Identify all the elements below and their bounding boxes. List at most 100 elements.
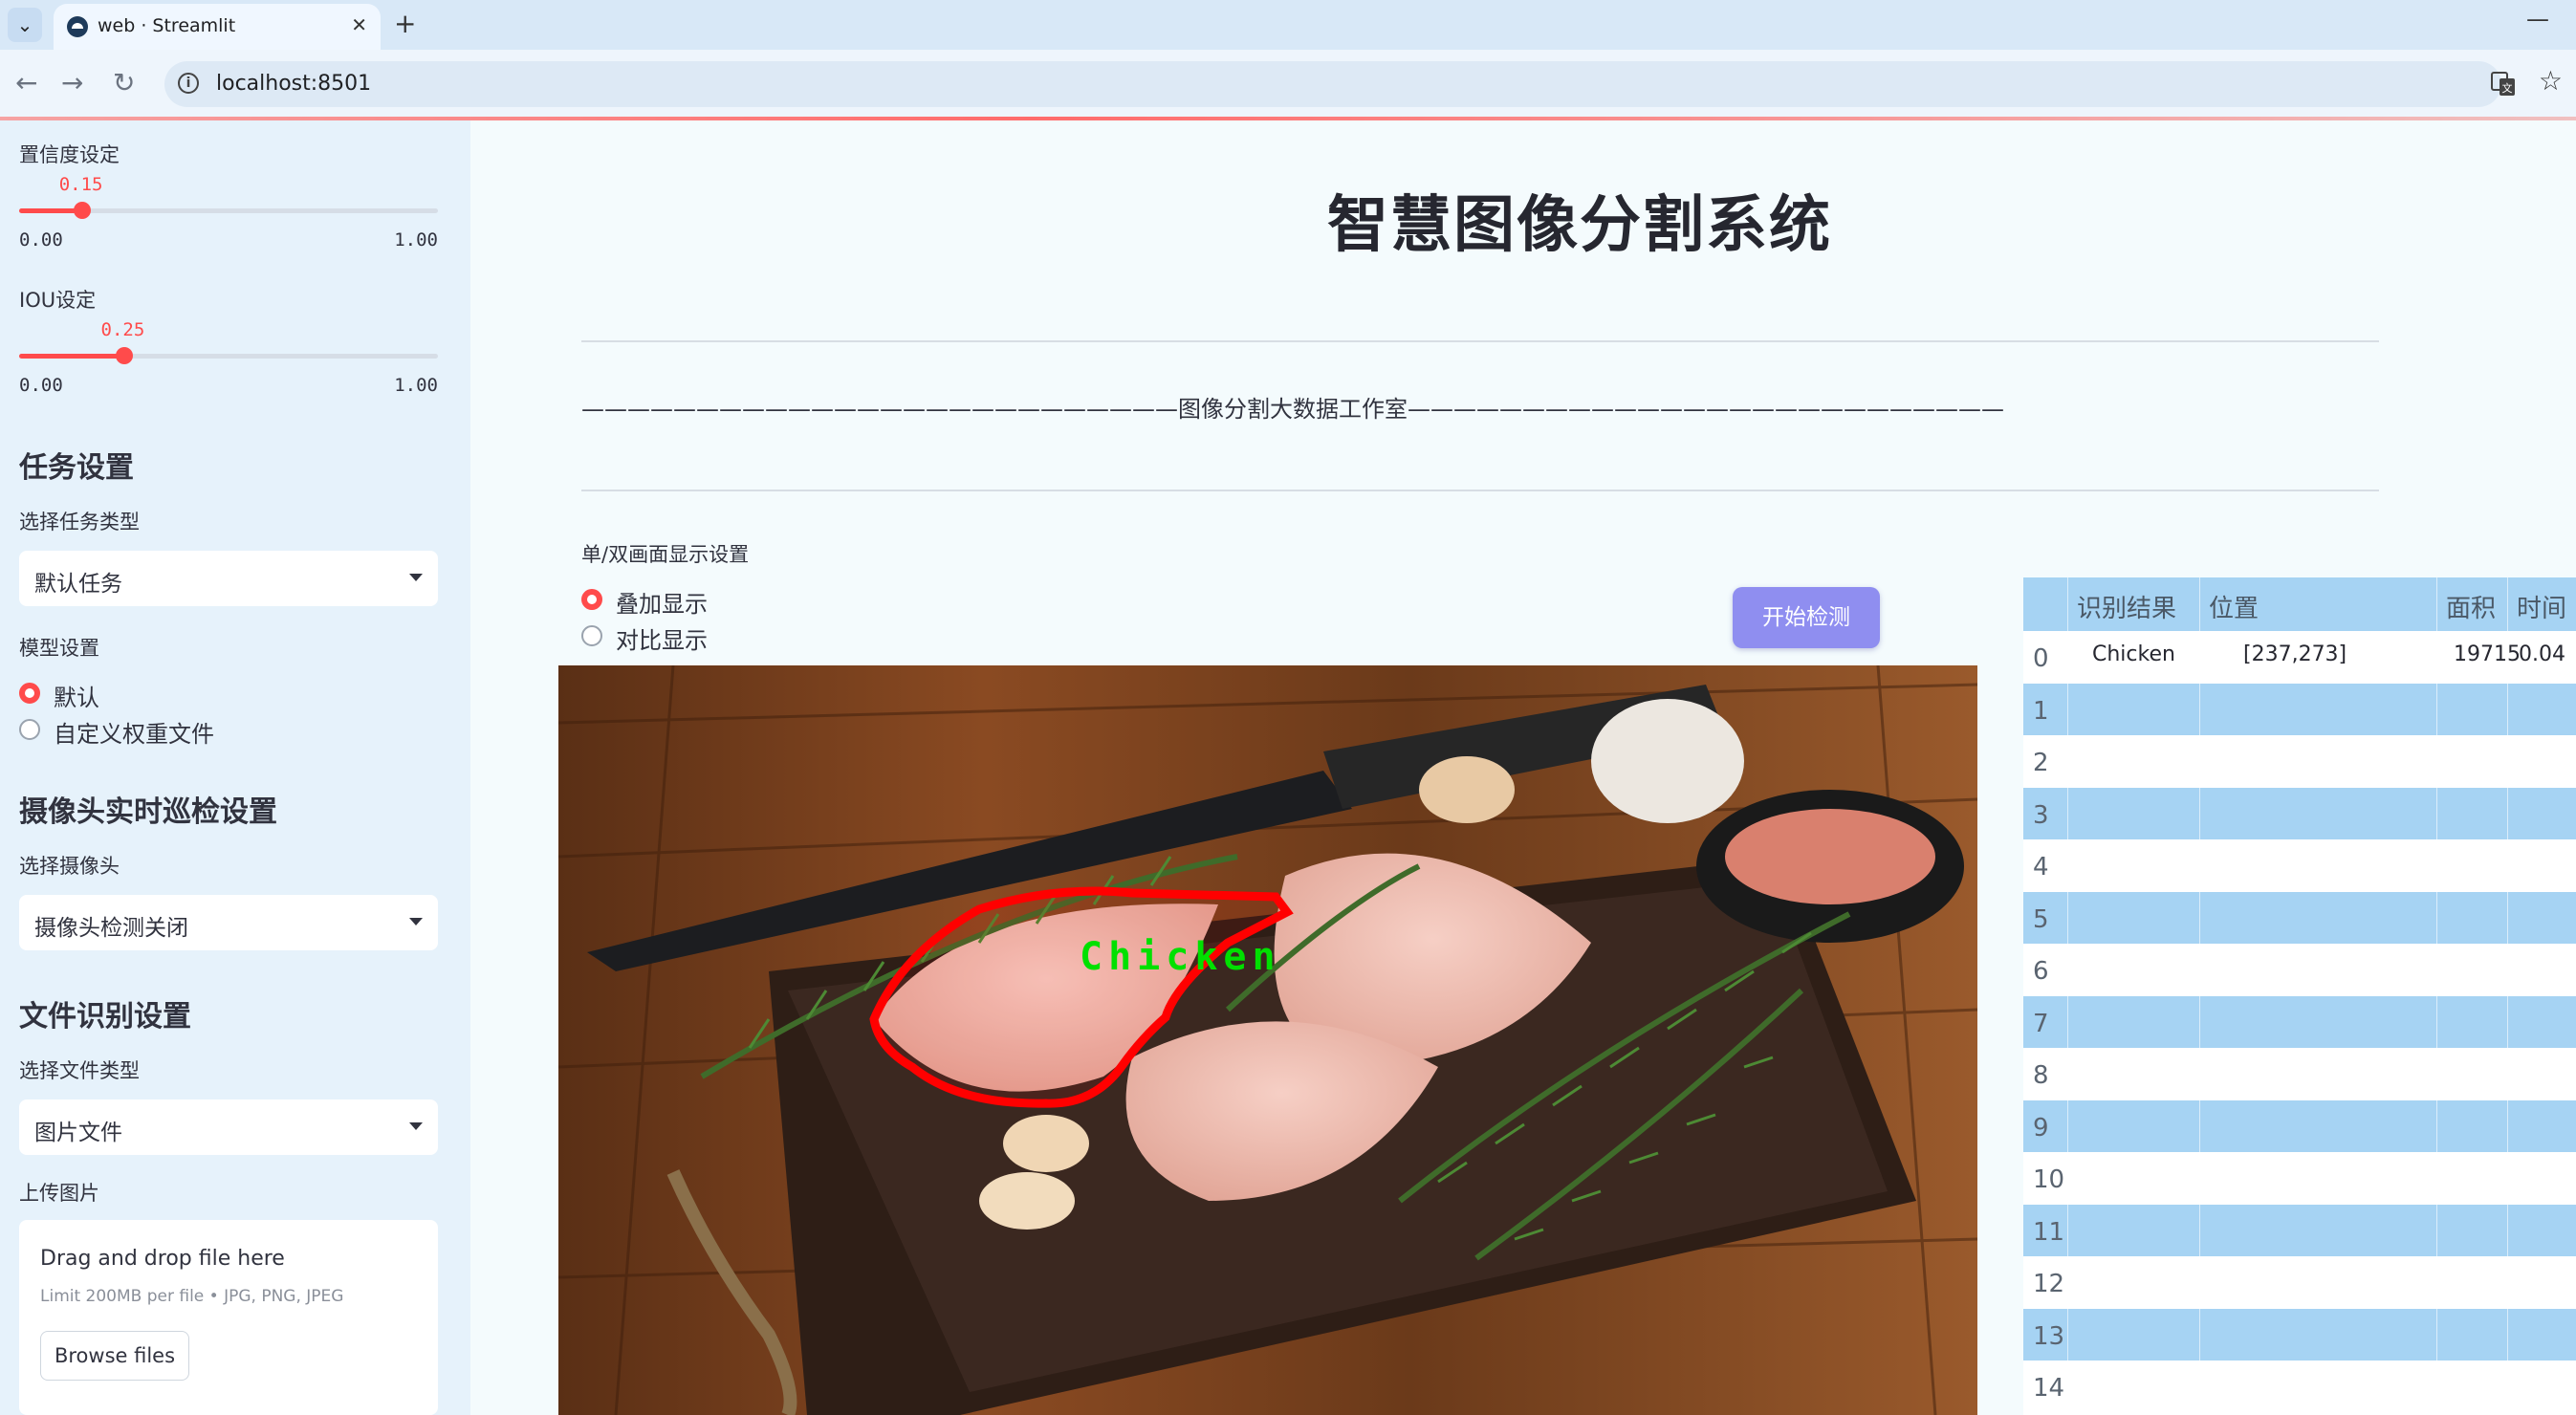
table-row[interactable]: 10 [2023, 1152, 2576, 1205]
table-row[interactable]: 13 [2023, 1308, 2576, 1361]
iou-label: IOU设定 [19, 289, 97, 312]
table-row[interactable]: 5 [2023, 891, 2576, 944]
streamlit-favicon-icon [67, 16, 88, 37]
task-settings-header: 任务设置 [19, 451, 134, 485]
page-title: 智慧图像分割系统 [1327, 190, 1832, 261]
confidence-slider[interactable] [19, 202, 438, 219]
table-row[interactable]: 0 Chicken [237,273] 19715 0.04 [2023, 631, 2576, 684]
browser-tab[interactable]: web · Streamlit ✕ [54, 4, 381, 50]
confidence-label: 置信度设定 [19, 143, 120, 166]
table-header: 识别结果 位置 面积 时间 [2023, 577, 2576, 631]
table-row[interactable]: 2 [2023, 735, 2576, 788]
iou-slider-thumb[interactable] [115, 347, 133, 364]
site-info-icon[interactable]: i [178, 73, 199, 94]
radio-unselected-icon [19, 719, 40, 740]
browser-tab-bar: ⌄ web · Streamlit ✕ + — [0, 0, 2576, 50]
file-dropzone[interactable]: Drag and drop file here Limit 200MB per … [19, 1220, 438, 1415]
minimize-window-icon[interactable]: — [2526, 6, 2549, 33]
results-table[interactable]: 识别结果 位置 面积 时间 0 Chicken [237,273] 19715 0.04… [2023, 577, 2576, 1415]
column-header-time[interactable]: 时间 [2517, 589, 2566, 624]
file-type-label: 选择文件类型 [19, 1059, 140, 1082]
confidence-value: 0.15 [58, 174, 103, 195]
table-row[interactable]: 9 [2023, 1099, 2576, 1152]
task-type-select[interactable]: 默认任务 [19, 551, 438, 606]
chevron-down-icon [409, 1122, 423, 1130]
confidence-max: 1.00 [394, 229, 438, 250]
table-row[interactable]: 14 [2023, 1361, 2576, 1413]
confidence-slider-fill [19, 208, 82, 213]
row-index: 12 [2033, 1270, 2065, 1298]
column-divider [2067, 577, 2068, 1415]
row-index: 9 [2033, 1113, 2049, 1143]
upload-label: 上传图片 [19, 1182, 99, 1205]
segmentation-result-image: Chicken [558, 665, 1977, 1415]
bookmark-star-icon[interactable]: ☆ [2539, 65, 2563, 97]
url-text: localhost:8501 [216, 72, 372, 96]
start-detection-button[interactable]: 开始检测 [1733, 587, 1880, 648]
column-divider [2507, 577, 2508, 1415]
dropzone-limit: Limit 200MB per file • JPG, PNG, JPEG [40, 1287, 344, 1306]
row-index: 1 [2033, 696, 2049, 726]
column-header-result[interactable]: 识别结果 [2077, 589, 2176, 624]
new-tab-icon[interactable]: + [394, 8, 416, 39]
row-index: 13 [2033, 1321, 2065, 1351]
table-row[interactable]: 11 [2023, 1204, 2576, 1256]
camera-selected: 摄像头检测关闭 [34, 916, 188, 941]
table-row[interactable]: 6 [2023, 944, 2576, 996]
radio-selected-icon [19, 683, 40, 704]
model-option-label: 默认 [54, 685, 99, 711]
row-index: 14 [2033, 1374, 2065, 1403]
translate-icon[interactable]: 文 [2490, 71, 2517, 98]
chevron-down-icon [409, 918, 423, 925]
sidebar: 置信度设定 0.15 0.00 1.00 IOU设定 0.25 0.00 1.0… [0, 120, 470, 1415]
table-row[interactable]: 8 [2023, 1048, 2576, 1100]
row-index: 2 [2033, 749, 2049, 777]
column-header-position[interactable]: 位置 [2209, 589, 2259, 624]
confidence-slider-thumb[interactable] [73, 202, 91, 219]
radio-unselected-icon [581, 625, 602, 646]
table-row[interactable]: 12 [2023, 1256, 2576, 1309]
row-index: 11 [2033, 1217, 2065, 1247]
chicken-board-photo: Chicken [558, 665, 1977, 1415]
table-row[interactable]: 7 [2023, 995, 2576, 1048]
divider-bottom [581, 490, 2379, 491]
file-settings-header: 文件识别设置 [19, 1000, 191, 1034]
row-index: 4 [2033, 853, 2049, 882]
task-type-label: 选择任务类型 [19, 511, 140, 533]
camera-settings-header: 摄像头实时巡检设置 [19, 795, 277, 829]
back-arrow-icon[interactable]: ← [15, 67, 37, 98]
browse-files-button[interactable]: Browse files [40, 1331, 189, 1381]
table-row[interactable]: 4 [2023, 839, 2576, 892]
model-option-label: 自定义权重文件 [54, 721, 214, 748]
row-index: 6 [2033, 957, 2049, 986]
camera-select[interactable]: 摄像头检测关闭 [19, 895, 438, 950]
reload-icon[interactable]: ↻ [113, 67, 135, 98]
cell-area: 19715 [2454, 642, 2521, 666]
confidence-min: 0.00 [19, 229, 63, 250]
column-header-area[interactable]: 面积 [2446, 589, 2496, 624]
studio-banner: ——————————————————————————图像分割大数据工作室————… [581, 396, 2004, 423]
url-input[interactable]: i localhost:8501 [164, 61, 2501, 107]
main-content: 智慧图像分割系统 ——————————————————————————图像分割大… [470, 120, 2576, 1415]
display-mode-label: 单/双画面显示设置 [581, 543, 750, 566]
file-type-select[interactable]: 图片文件 [19, 1099, 438, 1155]
address-bar-row: ← → ↻ i localhost:8501 [0, 50, 2576, 119]
divider-top [581, 340, 2379, 342]
camera-select-label: 选择摄像头 [19, 855, 120, 878]
task-type-selected: 默认任务 [34, 572, 122, 597]
cell-position: [237,273] [2243, 642, 2347, 666]
row-index: 10 [2033, 1165, 2065, 1194]
iou-max: 1.00 [394, 375, 438, 396]
tab-title: web · Streamlit [98, 15, 236, 36]
iou-min: 0.00 [19, 375, 63, 396]
chevron-down-icon [409, 574, 423, 581]
table-row[interactable]: 1 [2023, 683, 2576, 735]
close-tab-icon[interactable]: ✕ [351, 13, 367, 36]
iou-slider[interactable] [19, 347, 438, 364]
forward-arrow-icon[interactable]: → [61, 67, 83, 98]
row-index: 5 [2033, 904, 2049, 934]
model-settings-label: 模型设置 [19, 637, 99, 660]
table-row[interactable]: 3 [2023, 787, 2576, 839]
tab-search-chevron-icon[interactable]: ⌄ [8, 8, 42, 42]
dropzone-title: Drag and drop file here [40, 1247, 285, 1271]
